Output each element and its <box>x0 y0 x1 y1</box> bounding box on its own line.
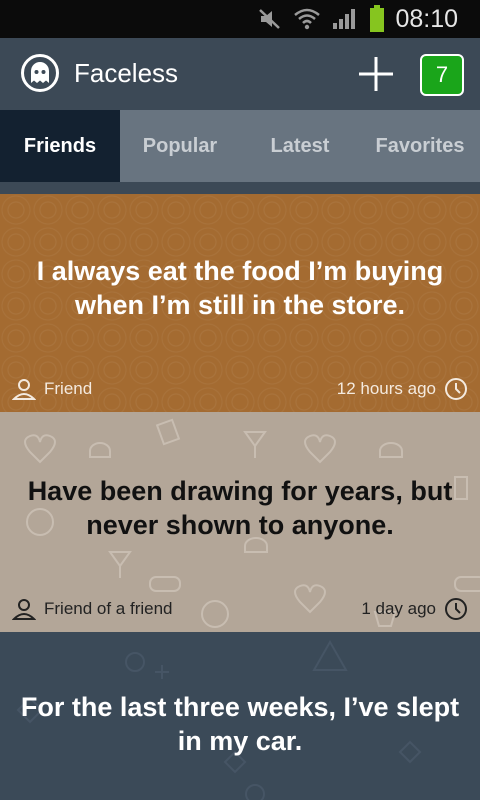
post-card[interactable]: For the last three weeks, I’ve slept in … <box>0 632 480 800</box>
tab-latest[interactable]: Latest <box>240 110 360 182</box>
ghost-icon <box>20 53 60 93</box>
signal-icon <box>331 7 359 31</box>
post-author: Friend <box>44 379 93 398</box>
post-card[interactable]: I always eat the food I’m buying when I’… <box>0 194 480 412</box>
post-text: I always eat the food I’m buying when I’… <box>36 256 444 320</box>
add-button[interactable] <box>355 53 397 95</box>
post-text: For the last three weeks, I’ve slept in … <box>20 692 460 756</box>
person-icon <box>12 379 36 400</box>
tab-favorites[interactable]: Favorites <box>360 110 480 182</box>
notification-count-badge[interactable]: 7 <box>420 54 464 96</box>
post-card[interactable]: Have been drawing for years, but never s… <box>0 412 480 632</box>
status-bar: 08:10 <box>0 0 480 38</box>
tab-popular[interactable]: Popular <box>120 110 240 182</box>
post-text: Have been drawing for years, but never s… <box>27 476 453 540</box>
person-icon <box>12 599 36 620</box>
wifi-icon <box>293 7 321 31</box>
tab-divider <box>0 182 480 194</box>
mute-icon <box>257 7 283 31</box>
tab-bar: Friends Popular Latest Favorites <box>0 110 480 182</box>
status-time: 08:10 <box>395 4 458 33</box>
post-time: 12 hours ago <box>336 379 436 398</box>
post-author: Friend of a friend <box>44 599 173 618</box>
clock-icon <box>445 598 467 620</box>
post-meta: Friend of a friend 1 day ago <box>12 596 468 622</box>
app-bar: Faceless 7 <box>0 38 480 110</box>
battery-icon <box>369 5 385 33</box>
post-time: 1 day ago <box>361 599 436 618</box>
plus-icon <box>359 57 393 91</box>
tab-friends[interactable]: Friends <box>0 110 120 182</box>
app-title: Faceless <box>74 58 179 88</box>
clock-icon <box>445 378 467 400</box>
post-meta: Friend 12 hours ago <box>12 376 468 402</box>
